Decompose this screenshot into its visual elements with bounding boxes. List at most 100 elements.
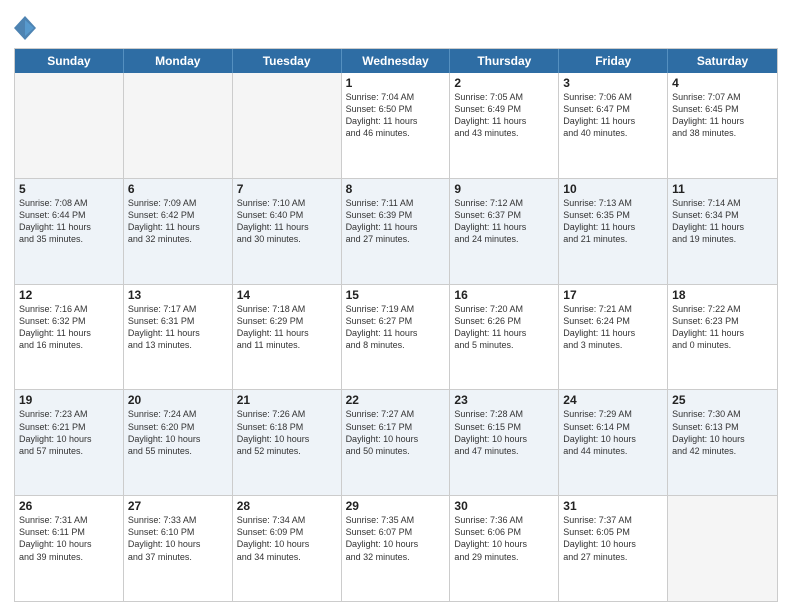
- day-number: 23: [454, 393, 554, 407]
- day-number: 2: [454, 76, 554, 90]
- weekday-header-wednesday: Wednesday: [342, 49, 451, 73]
- calendar-row-4: 26Sunrise: 7:31 AM Sunset: 6:11 PM Dayli…: [15, 495, 777, 601]
- day-info: Sunrise: 7:07 AM Sunset: 6:45 PM Dayligh…: [672, 91, 773, 140]
- day-number: 17: [563, 288, 663, 302]
- day-cell-28: 28Sunrise: 7:34 AM Sunset: 6:09 PM Dayli…: [233, 496, 342, 601]
- day-cell-25: 25Sunrise: 7:30 AM Sunset: 6:13 PM Dayli…: [668, 390, 777, 495]
- empty-cell-r0c0: [15, 73, 124, 178]
- empty-cell-r0c1: [124, 73, 233, 178]
- day-info: Sunrise: 7:11 AM Sunset: 6:39 PM Dayligh…: [346, 197, 446, 246]
- day-number: 16: [454, 288, 554, 302]
- day-number: 20: [128, 393, 228, 407]
- day-cell-14: 14Sunrise: 7:18 AM Sunset: 6:29 PM Dayli…: [233, 285, 342, 390]
- day-info: Sunrise: 7:24 AM Sunset: 6:20 PM Dayligh…: [128, 408, 228, 457]
- day-info: Sunrise: 7:04 AM Sunset: 6:50 PM Dayligh…: [346, 91, 446, 140]
- day-cell-4: 4Sunrise: 7:07 AM Sunset: 6:45 PM Daylig…: [668, 73, 777, 178]
- day-cell-11: 11Sunrise: 7:14 AM Sunset: 6:34 PM Dayli…: [668, 179, 777, 284]
- day-info: Sunrise: 7:12 AM Sunset: 6:37 PM Dayligh…: [454, 197, 554, 246]
- day-info: Sunrise: 7:14 AM Sunset: 6:34 PM Dayligh…: [672, 197, 773, 246]
- day-cell-16: 16Sunrise: 7:20 AM Sunset: 6:26 PM Dayli…: [450, 285, 559, 390]
- day-cell-5: 5Sunrise: 7:08 AM Sunset: 6:44 PM Daylig…: [15, 179, 124, 284]
- day-info: Sunrise: 7:20 AM Sunset: 6:26 PM Dayligh…: [454, 303, 554, 352]
- day-number: 24: [563, 393, 663, 407]
- day-number: 29: [346, 499, 446, 513]
- day-info: Sunrise: 7:36 AM Sunset: 6:06 PM Dayligh…: [454, 514, 554, 563]
- day-number: 8: [346, 182, 446, 196]
- day-info: Sunrise: 7:27 AM Sunset: 6:17 PM Dayligh…: [346, 408, 446, 457]
- calendar-row-2: 12Sunrise: 7:16 AM Sunset: 6:32 PM Dayli…: [15, 284, 777, 390]
- calendar-row-1: 5Sunrise: 7:08 AM Sunset: 6:44 PM Daylig…: [15, 178, 777, 284]
- day-info: Sunrise: 7:34 AM Sunset: 6:09 PM Dayligh…: [237, 514, 337, 563]
- day-number: 6: [128, 182, 228, 196]
- page-container: SundayMondayTuesdayWednesdayThursdayFrid…: [0, 0, 792, 612]
- calendar-row-3: 19Sunrise: 7:23 AM Sunset: 6:21 PM Dayli…: [15, 389, 777, 495]
- day-cell-2: 2Sunrise: 7:05 AM Sunset: 6:49 PM Daylig…: [450, 73, 559, 178]
- day-cell-7: 7Sunrise: 7:10 AM Sunset: 6:40 PM Daylig…: [233, 179, 342, 284]
- logo-icon: [14, 14, 36, 42]
- calendar-row-0: 1Sunrise: 7:04 AM Sunset: 6:50 PM Daylig…: [15, 73, 777, 178]
- weekday-header-saturday: Saturday: [668, 49, 777, 73]
- day-info: Sunrise: 7:05 AM Sunset: 6:49 PM Dayligh…: [454, 91, 554, 140]
- day-info: Sunrise: 7:29 AM Sunset: 6:14 PM Dayligh…: [563, 408, 663, 457]
- day-number: 4: [672, 76, 773, 90]
- day-cell-23: 23Sunrise: 7:28 AM Sunset: 6:15 PM Dayli…: [450, 390, 559, 495]
- calendar-body: 1Sunrise: 7:04 AM Sunset: 6:50 PM Daylig…: [15, 73, 777, 601]
- day-number: 22: [346, 393, 446, 407]
- day-number: 31: [563, 499, 663, 513]
- day-number: 12: [19, 288, 119, 302]
- empty-cell-r0c2: [233, 73, 342, 178]
- day-cell-10: 10Sunrise: 7:13 AM Sunset: 6:35 PM Dayli…: [559, 179, 668, 284]
- weekday-header-thursday: Thursday: [450, 49, 559, 73]
- day-number: 10: [563, 182, 663, 196]
- day-number: 27: [128, 499, 228, 513]
- day-number: 21: [237, 393, 337, 407]
- page-header: [14, 10, 778, 42]
- day-number: 7: [237, 182, 337, 196]
- day-number: 5: [19, 182, 119, 196]
- day-cell-13: 13Sunrise: 7:17 AM Sunset: 6:31 PM Dayli…: [124, 285, 233, 390]
- calendar-header: SundayMondayTuesdayWednesdayThursdayFrid…: [15, 49, 777, 73]
- day-number: 9: [454, 182, 554, 196]
- day-info: Sunrise: 7:30 AM Sunset: 6:13 PM Dayligh…: [672, 408, 773, 457]
- day-number: 14: [237, 288, 337, 302]
- day-number: 11: [672, 182, 773, 196]
- day-info: Sunrise: 7:16 AM Sunset: 6:32 PM Dayligh…: [19, 303, 119, 352]
- day-cell-12: 12Sunrise: 7:16 AM Sunset: 6:32 PM Dayli…: [15, 285, 124, 390]
- day-cell-3: 3Sunrise: 7:06 AM Sunset: 6:47 PM Daylig…: [559, 73, 668, 178]
- day-info: Sunrise: 7:09 AM Sunset: 6:42 PM Dayligh…: [128, 197, 228, 246]
- day-cell-8: 8Sunrise: 7:11 AM Sunset: 6:39 PM Daylig…: [342, 179, 451, 284]
- day-number: 26: [19, 499, 119, 513]
- day-cell-20: 20Sunrise: 7:24 AM Sunset: 6:20 PM Dayli…: [124, 390, 233, 495]
- day-info: Sunrise: 7:06 AM Sunset: 6:47 PM Dayligh…: [563, 91, 663, 140]
- day-info: Sunrise: 7:17 AM Sunset: 6:31 PM Dayligh…: [128, 303, 228, 352]
- day-cell-15: 15Sunrise: 7:19 AM Sunset: 6:27 PM Dayli…: [342, 285, 451, 390]
- weekday-header-tuesday: Tuesday: [233, 49, 342, 73]
- weekday-header-friday: Friday: [559, 49, 668, 73]
- day-info: Sunrise: 7:26 AM Sunset: 6:18 PM Dayligh…: [237, 408, 337, 457]
- day-info: Sunrise: 7:31 AM Sunset: 6:11 PM Dayligh…: [19, 514, 119, 563]
- day-number: 15: [346, 288, 446, 302]
- day-info: Sunrise: 7:13 AM Sunset: 6:35 PM Dayligh…: [563, 197, 663, 246]
- day-number: 3: [563, 76, 663, 90]
- day-info: Sunrise: 7:23 AM Sunset: 6:21 PM Dayligh…: [19, 408, 119, 457]
- day-cell-9: 9Sunrise: 7:12 AM Sunset: 6:37 PM Daylig…: [450, 179, 559, 284]
- logo: [14, 14, 39, 42]
- day-cell-19: 19Sunrise: 7:23 AM Sunset: 6:21 PM Dayli…: [15, 390, 124, 495]
- day-number: 25: [672, 393, 773, 407]
- day-cell-21: 21Sunrise: 7:26 AM Sunset: 6:18 PM Dayli…: [233, 390, 342, 495]
- day-cell-26: 26Sunrise: 7:31 AM Sunset: 6:11 PM Dayli…: [15, 496, 124, 601]
- day-info: Sunrise: 7:33 AM Sunset: 6:10 PM Dayligh…: [128, 514, 228, 563]
- day-number: 28: [237, 499, 337, 513]
- day-cell-27: 27Sunrise: 7:33 AM Sunset: 6:10 PM Dayli…: [124, 496, 233, 601]
- day-cell-1: 1Sunrise: 7:04 AM Sunset: 6:50 PM Daylig…: [342, 73, 451, 178]
- day-cell-31: 31Sunrise: 7:37 AM Sunset: 6:05 PM Dayli…: [559, 496, 668, 601]
- day-info: Sunrise: 7:21 AM Sunset: 6:24 PM Dayligh…: [563, 303, 663, 352]
- day-info: Sunrise: 7:08 AM Sunset: 6:44 PM Dayligh…: [19, 197, 119, 246]
- weekday-header-sunday: Sunday: [15, 49, 124, 73]
- day-number: 1: [346, 76, 446, 90]
- weekday-header-monday: Monday: [124, 49, 233, 73]
- day-number: 18: [672, 288, 773, 302]
- day-cell-6: 6Sunrise: 7:09 AM Sunset: 6:42 PM Daylig…: [124, 179, 233, 284]
- day-number: 30: [454, 499, 554, 513]
- day-info: Sunrise: 7:37 AM Sunset: 6:05 PM Dayligh…: [563, 514, 663, 563]
